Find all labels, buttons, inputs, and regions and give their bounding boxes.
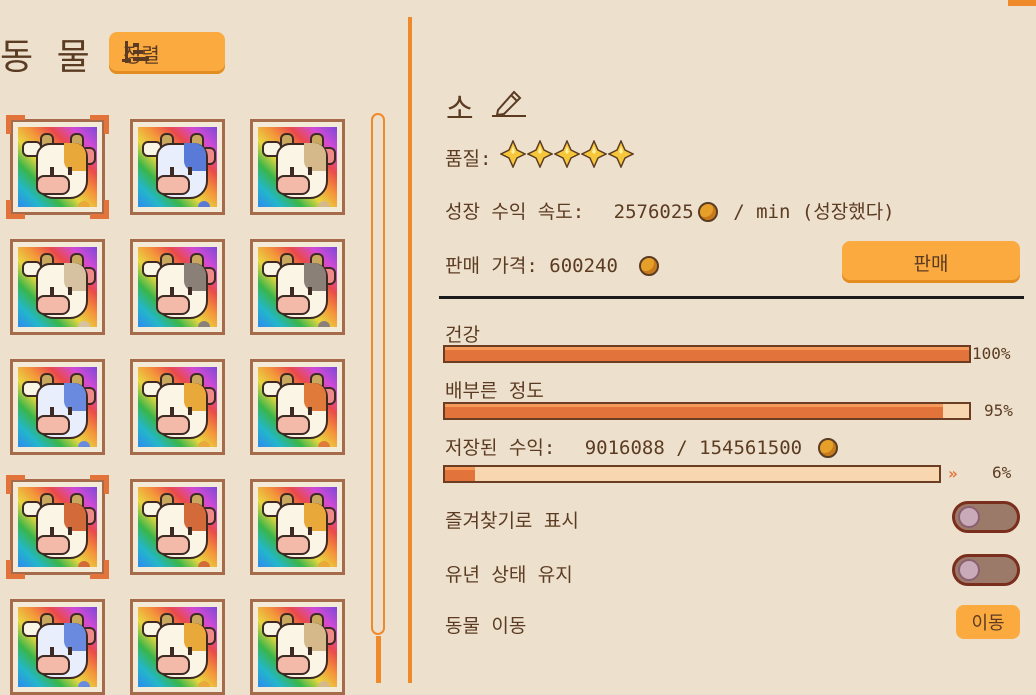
panel-divider: [408, 17, 412, 683]
coin-icon: [697, 202, 718, 222]
growth-row: 성장 수익 속도: 2576025 / min (성장했다): [445, 197, 895, 224]
stored-bar: [443, 465, 941, 483]
animal-slot[interactable]: [10, 239, 105, 335]
growth-label: 성장 수익 속도:: [445, 201, 585, 223]
cow-icon: [258, 607, 337, 687]
animal-slot[interactable]: [130, 359, 225, 455]
toggle-knob: [958, 559, 980, 581]
scrollbar-thumb[interactable]: [376, 636, 381, 683]
animal-slot[interactable]: [10, 599, 105, 695]
quality-label: 품질:: [445, 148, 492, 170]
cow-icon: [258, 127, 337, 207]
sort-button[interactable]: 정렬: [109, 32, 225, 74]
star-icon: [607, 139, 635, 169]
animal-slot[interactable]: [6, 475, 109, 579]
cow-icon: [18, 127, 97, 207]
stored-row: 저장된 수익: 9016088 / 154561500: [445, 433, 842, 460]
price-row: 판매 가격: 600240: [445, 251, 663, 278]
fullness-bar-fill: [445, 404, 943, 418]
animal-slot[interactable]: [250, 239, 345, 335]
cow-icon: [18, 367, 97, 447]
growth-value: 2576025: [613, 201, 694, 223]
youth-label: 유년 상태 유지: [445, 564, 573, 586]
animal-slot[interactable]: [250, 599, 345, 695]
growth-unit: / min (성장했다): [733, 201, 895, 223]
health-label: 건강: [445, 324, 480, 346]
animal-name: 소: [446, 92, 474, 127]
sort-label: 정렬: [123, 42, 160, 67]
stored-percent: 6%: [992, 463, 1012, 482]
coin-icon: [817, 438, 838, 458]
panel-title: 동 물: [0, 37, 96, 78]
cow-icon: [138, 487, 217, 567]
animal-slot[interactable]: [250, 119, 345, 215]
stored-value: 9016088 / 154561500: [584, 437, 803, 459]
cow-icon: [258, 247, 337, 327]
coin-icon: [639, 256, 660, 276]
move-label: 동물 이동: [445, 615, 527, 637]
cow-icon: [18, 607, 97, 687]
stored-bar-fill: [445, 467, 475, 481]
price-value: 600240: [549, 255, 618, 277]
fullness-bar: [443, 402, 971, 420]
cow-icon: [138, 247, 217, 327]
price-label: 판매 가격:: [445, 255, 538, 277]
move-button[interactable]: 이동: [956, 605, 1020, 639]
section-divider: [439, 296, 1024, 299]
favorite-label: 즐겨찾기로 표시: [445, 510, 579, 532]
sell-button[interactable]: 판매: [842, 241, 1020, 283]
cow-icon: [258, 367, 337, 447]
star-icon: [526, 139, 554, 169]
youth-toggle[interactable]: [952, 554, 1020, 586]
stored-label: 저장된 수익:: [445, 437, 556, 459]
animal-slot[interactable]: [130, 119, 225, 215]
cow-icon: [18, 247, 97, 327]
toggle-knob: [958, 506, 980, 528]
cow-icon: [258, 487, 337, 567]
star-icon: [580, 139, 608, 169]
star-icon: [499, 139, 527, 169]
edit-name-icon[interactable]: [492, 86, 526, 118]
star-icon: [553, 139, 581, 169]
top-corner-accent: [1008, 0, 1036, 6]
animal-slot[interactable]: [130, 239, 225, 335]
favorite-toggle[interactable]: [952, 501, 1020, 533]
animal-slot[interactable]: [10, 359, 105, 455]
cow-icon: [138, 367, 217, 447]
chevron-right-icon: »: [948, 464, 958, 483]
quality-stars: [499, 139, 635, 169]
cow-icon: [18, 487, 97, 567]
animal-slot[interactable]: [250, 479, 345, 575]
animal-slot[interactable]: [6, 115, 109, 219]
cow-icon: [138, 607, 217, 687]
scrollbar-track[interactable]: [371, 113, 385, 635]
animal-slot[interactable]: [130, 599, 225, 695]
fullness-label: 배부른 정도: [445, 380, 544, 402]
cow-icon: [138, 127, 217, 207]
animal-slot[interactable]: [130, 479, 225, 575]
health-percent: 100%: [972, 344, 1011, 363]
health-bar-fill: [445, 347, 969, 361]
fullness-percent: 95%: [984, 401, 1013, 420]
health-bar: [443, 345, 971, 363]
animal-slot[interactable]: [250, 359, 345, 455]
